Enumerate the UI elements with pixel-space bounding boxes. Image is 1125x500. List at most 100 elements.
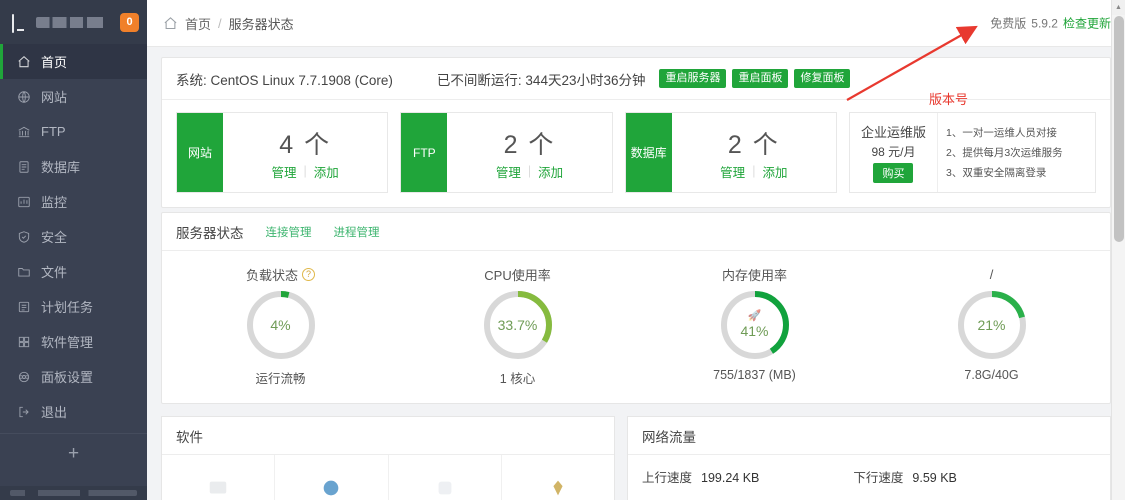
- add-link[interactable]: 添加: [538, 162, 563, 181]
- gauge-title: CPU使用率: [484, 267, 551, 283]
- enterprise-left: 企业运维版 98 元/月 购买: [850, 113, 938, 192]
- upload-label: 上行速度: [642, 471, 693, 485]
- gauge-value: 33.7%: [497, 317, 538, 333]
- sidebar-item-ftp[interactable]: FTP: [0, 114, 147, 149]
- scrollbar-thumb[interactable]: [1114, 16, 1124, 242]
- buy-button[interactable]: 购买: [873, 163, 914, 183]
- connection-manage-link[interactable]: 连接管理: [266, 224, 312, 240]
- help-icon[interactable]: ?: [302, 267, 315, 281]
- stat-tag: 网站: [177, 113, 223, 192]
- stat-body: 2 个 管理 | 添加: [447, 113, 611, 192]
- add-link[interactable]: 添加: [314, 162, 339, 181]
- upload-value: 199.24 KB: [701, 471, 760, 485]
- grid-icon: [16, 334, 31, 349]
- main-content: 首页 / 服务器状态 免费版 5.9.2 检查更新 系统: CentOS Lin…: [147, 0, 1125, 500]
- sidebar-item-website[interactable]: 网站: [0, 79, 147, 114]
- sidebar-item-files[interactable]: 文件: [0, 254, 147, 289]
- breadcrumb: 首页 / 服务器状态 免费版 5.9.2 检查更新: [147, 0, 1125, 47]
- stat-card-ftp[interactable]: FTP 2 个 管理 | 添加: [400, 112, 613, 193]
- monitor-icon: [12, 13, 30, 33]
- stat-card-website[interactable]: 网站 4 个 管理 | 添加: [176, 112, 389, 193]
- breadcrumb-current: 服务器状态: [228, 16, 294, 32]
- sidebar-item-software[interactable]: 软件管理: [0, 324, 147, 359]
- sidebar-item-label: 首页: [41, 55, 68, 70]
- gauge-subtitle: 1 核心: [499, 372, 536, 386]
- server-name-redacted: [36, 16, 112, 28]
- notification-badge[interactable]: 0: [120, 12, 139, 32]
- sidebar-item-label: 监控: [41, 195, 68, 210]
- check-update-link[interactable]: 检查更新: [1063, 15, 1111, 32]
- stat-count: 2 个: [727, 130, 780, 159]
- gauge-title: 内存使用率: [721, 267, 787, 283]
- stat-body: 2 个 管理 | 添加: [672, 113, 836, 192]
- repair-panel-button[interactable]: 修复面板: [794, 68, 851, 89]
- gauge-title-row: CPU使用率: [484, 265, 550, 283]
- gauge-subtitle: 755/1837 (MB): [713, 368, 796, 382]
- sidebar-item-label: 数据库: [41, 160, 81, 175]
- gear-icon: [16, 369, 31, 384]
- stat-tag: 数据库: [625, 113, 672, 192]
- sidebar-item-security[interactable]: 安全: [0, 219, 147, 254]
- system-actions: 重启服务器 重启面板 修复面板: [659, 68, 851, 89]
- software-cell[interactable]: [275, 455, 389, 500]
- restart-server-button[interactable]: 重启服务器: [659, 68, 727, 89]
- gauge-cpu: CPU使用率 33.7% 1 核心: [399, 265, 636, 387]
- sidebar-add-button[interactable]: +: [0, 433, 147, 473]
- gauge-title-row: 内存使用率: [722, 265, 787, 283]
- enterprise-feature: 2、提供每月3次运维服务: [945, 147, 1063, 159]
- software-icon: [438, 481, 452, 495]
- server-status-title: 服务器状态: [176, 225, 244, 241]
- gauge-title-row: 负载状态 ?: [246, 265, 315, 283]
- shield-icon: [16, 229, 31, 244]
- gauge-value: 4%: [270, 317, 291, 333]
- gauge-value: 41%: [740, 323, 769, 339]
- chart-icon: [16, 194, 31, 209]
- stat-count: 2 个: [503, 130, 556, 159]
- logout-icon: [16, 404, 31, 419]
- stat-links: 管理 | 添加: [496, 162, 563, 181]
- manage-link[interactable]: 管理: [496, 162, 521, 181]
- stat-links: 管理 | 添加: [720, 162, 787, 181]
- sidebar-item-cron[interactable]: 计划任务: [0, 289, 147, 324]
- sidebar-item-label: 计划任务: [41, 300, 94, 315]
- gauge-value-wrap: 🚀 41%: [719, 289, 791, 361]
- enterprise-title: 企业运维版: [860, 125, 926, 140]
- restart-panel-button[interactable]: 重启面板: [732, 68, 789, 89]
- sidebar-item-home[interactable]: 首页: [0, 44, 147, 79]
- breadcrumb-home[interactable]: 首页: [185, 14, 211, 33]
- process-manage-link[interactable]: 进程管理: [334, 224, 380, 240]
- software-cell[interactable]: [389, 455, 502, 500]
- gauge-ring: 🚀 41%: [719, 289, 791, 361]
- software-icon: [553, 480, 563, 496]
- sidebar-item-label: 安全: [41, 230, 68, 245]
- sidebar-footer-redacted: [0, 486, 147, 500]
- manage-link[interactable]: 管理: [720, 162, 745, 181]
- vertical-scrollbar[interactable]: ▲: [1111, 0, 1125, 500]
- sidebar-item-monitor[interactable]: 监控: [0, 184, 147, 219]
- scroll-up-arrow[interactable]: ▲: [1112, 0, 1125, 15]
- gauge-memory: 内存使用率 🚀 41% 755/1837 (MB): [636, 265, 873, 387]
- gauge-ring: 33.7%: [482, 289, 554, 361]
- server-status-header: 服务器状态 连接管理 进程管理: [162, 213, 1110, 251]
- network-card: 网络流量 上行速度 199.24 KB 下行速度 9.59 KB: [627, 416, 1111, 500]
- rocket-icon: 🚀: [747, 310, 762, 322]
- system-uptime: 已不间断运行: 344天23小时36分钟: [436, 72, 646, 88]
- sidebar-item-database[interactable]: 数据库: [0, 149, 147, 184]
- manage-link[interactable]: 管理: [272, 162, 297, 181]
- bank-icon: [16, 124, 31, 139]
- sidebar-item-label: FTP: [41, 124, 66, 139]
- gauge-load: 负载状态 ? 4% 运行流畅: [162, 265, 399, 387]
- stat-card-database[interactable]: 数据库 2 个 管理 | 添加: [624, 112, 837, 193]
- divider: |: [752, 164, 756, 178]
- gauge-value-wrap: 33.7%: [482, 289, 554, 361]
- add-link[interactable]: 添加: [762, 162, 787, 181]
- software-icon: [324, 480, 339, 496]
- stats-row: 网站 4 个 管理 | 添加 FTP 2 个 管理 | 添加 数据库 2 个 管…: [162, 100, 1110, 207]
- sidebar-item-settings[interactable]: 面板设置: [0, 359, 147, 394]
- breadcrumb-separator: /: [218, 15, 222, 31]
- software-cell[interactable]: [502, 455, 614, 500]
- sidebar-item-logout[interactable]: 退出: [0, 394, 147, 429]
- gauge-value-wrap: 4%: [245, 289, 317, 361]
- overview-card: 系统: CentOS Linux 7.7.1908 (Core) 已不间断运行:…: [161, 57, 1111, 208]
- software-cell[interactable]: [162, 455, 276, 500]
